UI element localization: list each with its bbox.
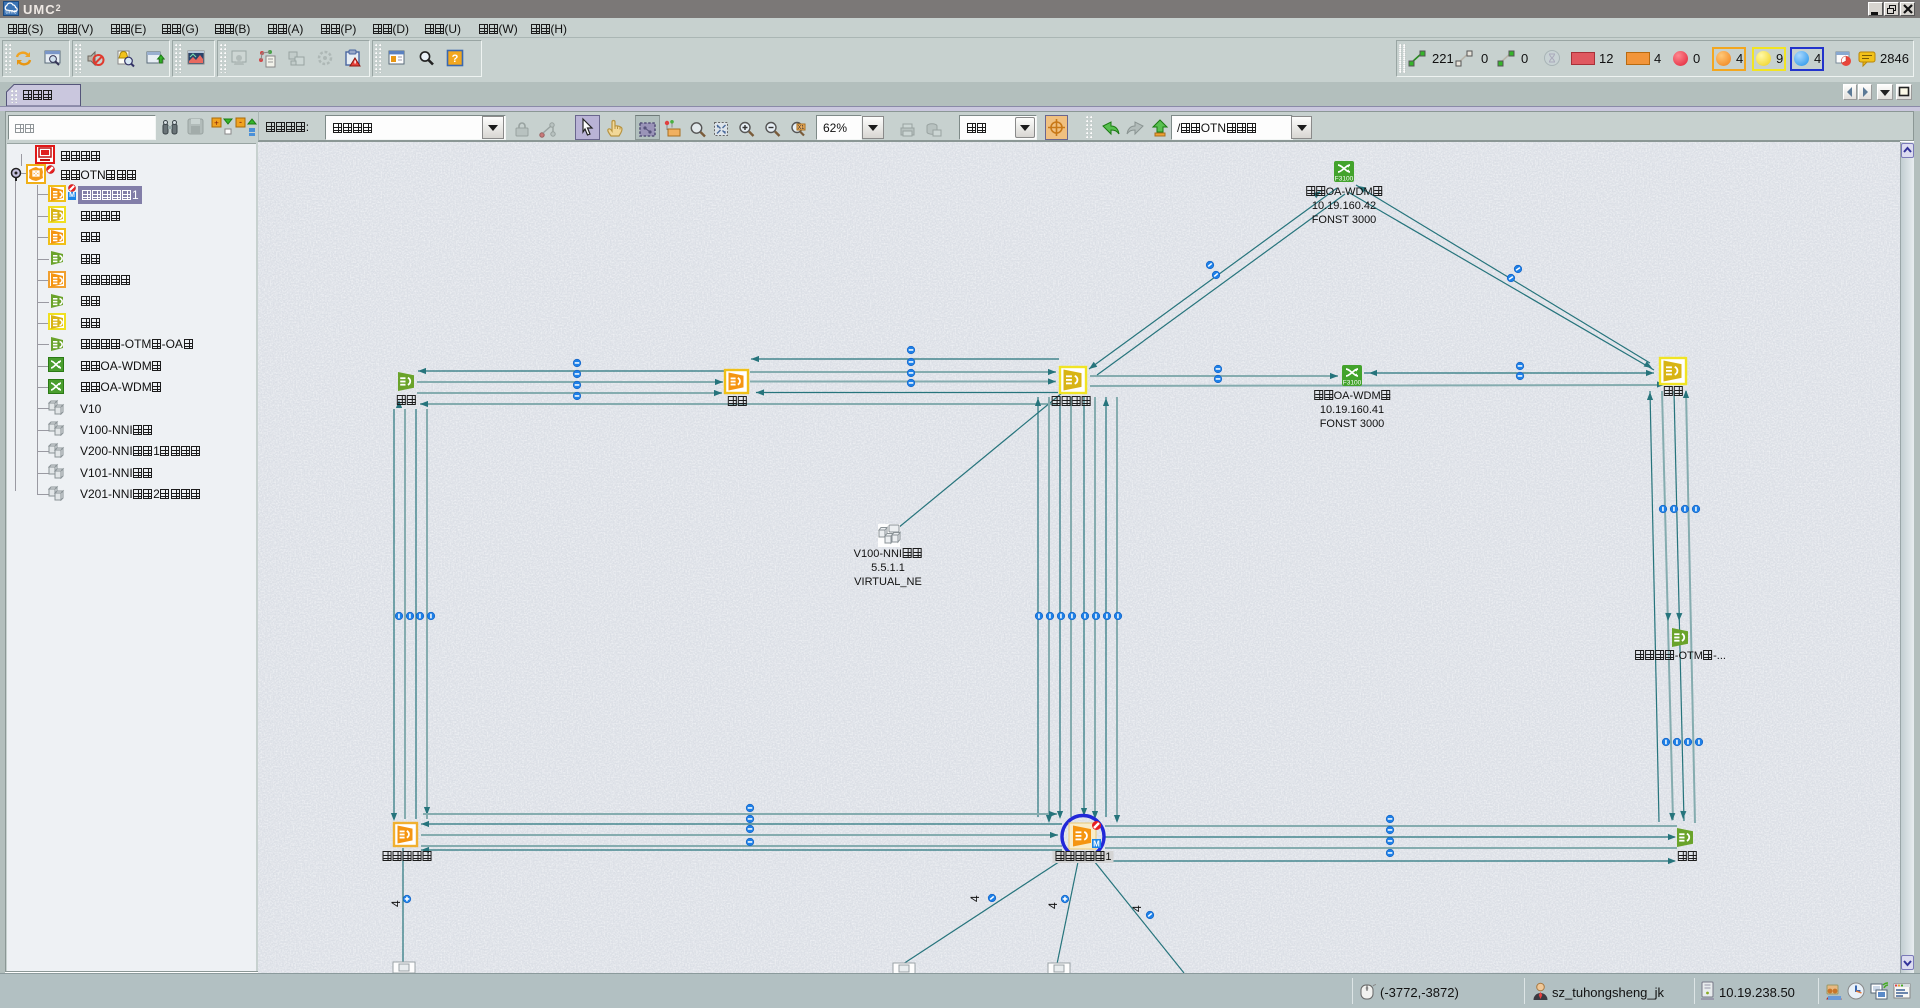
- svg-text:X1: X1: [798, 125, 805, 131]
- svg-text:4: 4: [1130, 905, 1144, 912]
- svg-text:F3100: F3100: [1335, 176, 1354, 183]
- svg-text:-: -: [239, 117, 242, 127]
- svg-text:?: ?: [452, 53, 459, 65]
- svg-text:4: 4: [968, 895, 982, 902]
- svg-text:umc: umc: [5, 10, 16, 16]
- svg-text:M: M: [1093, 840, 1100, 849]
- svg-text:+: +: [214, 119, 219, 128]
- svg-text:F3100: F3100: [1343, 380, 1362, 387]
- svg-text:4: 4: [389, 900, 403, 907]
- svg-text:4: 4: [1046, 902, 1060, 909]
